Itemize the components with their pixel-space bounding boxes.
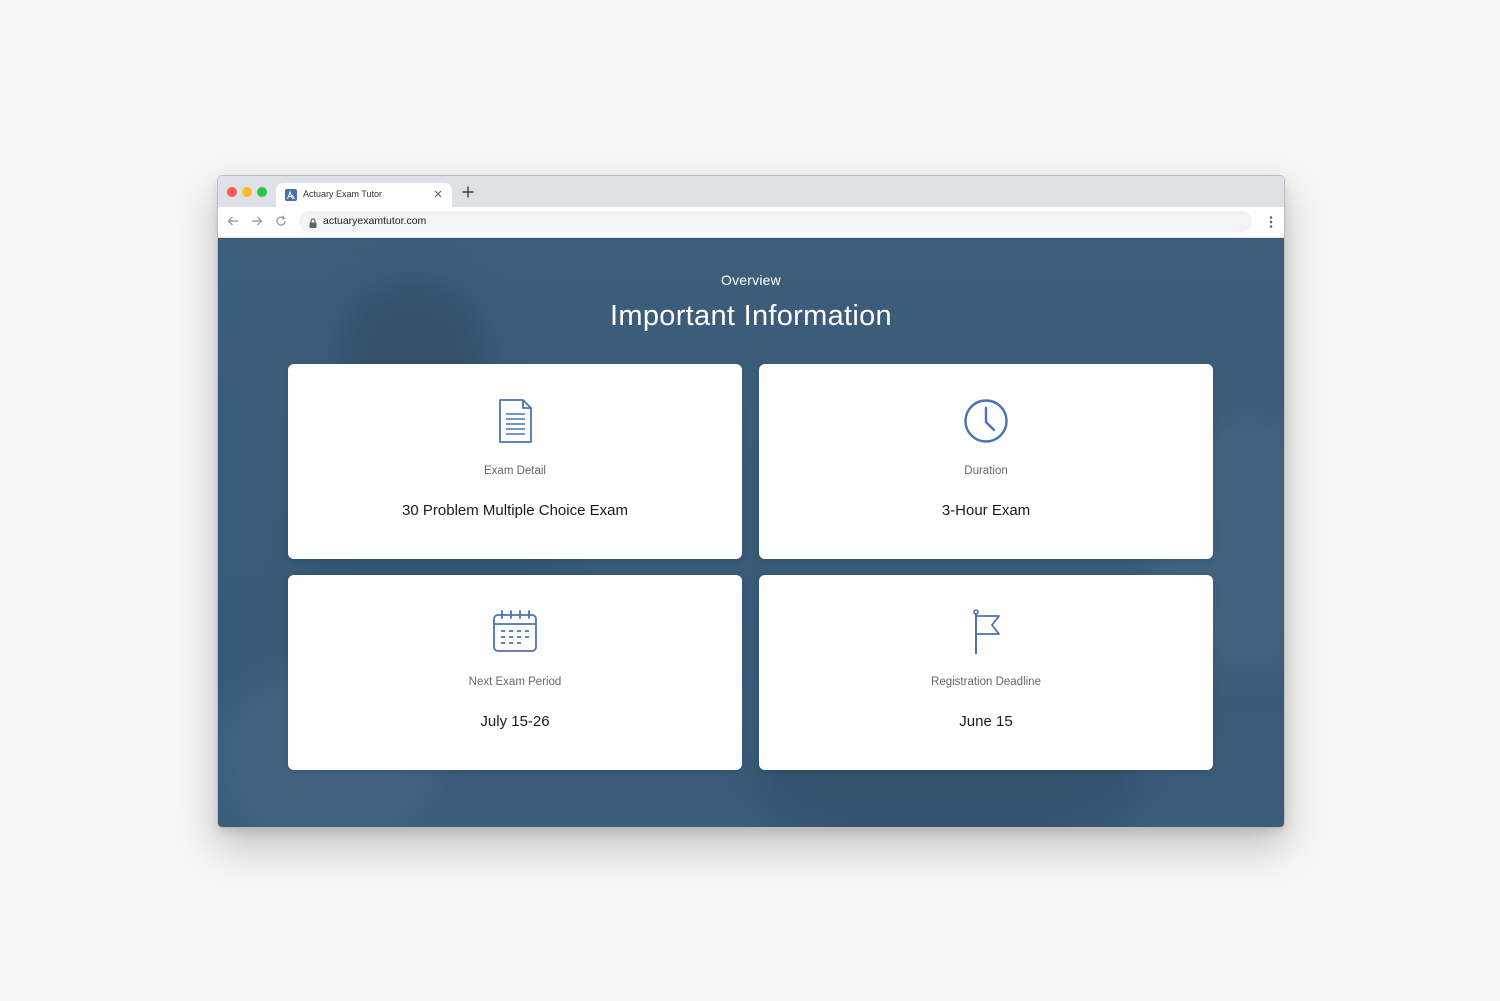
- card-label: Next Exam Period: [468, 676, 562, 688]
- browser-window: Actuary Exam Tutor actuaryexamtutor.com …: [217, 175, 1285, 828]
- more-options-icon[interactable]: [1269, 215, 1273, 229]
- browser-toolbar: actuaryexamtutor.com: [218, 207, 1284, 238]
- tab-title: Actuary Exam Tutor: [303, 189, 383, 199]
- calendar-icon: [491, 608, 539, 656]
- info-card-next-exam-period: Next Exam Period July 15-26: [288, 575, 742, 770]
- info-card-registration-deadline: Registration Deadline June 15: [759, 575, 1213, 770]
- tab-bar: Actuary Exam Tutor: [218, 176, 1284, 207]
- info-card-duration: Duration 3-Hour Exam: [759, 364, 1213, 559]
- back-arrow-icon[interactable]: [226, 214, 240, 228]
- close-window-button[interactable]: [227, 187, 237, 197]
- card-value: 3-Hour Exam: [941, 502, 1031, 519]
- site-favicon-icon: [285, 189, 297, 201]
- address-bar[interactable]: actuaryexamtutor.com: [299, 211, 1252, 232]
- card-value: 30 Problem Multiple Choice Exam: [402, 502, 628, 519]
- section-overline: Overview: [721, 272, 781, 288]
- url-text: actuaryexamtutor.com: [323, 215, 427, 227]
- browser-tab[interactable]: Actuary Exam Tutor: [276, 183, 452, 207]
- lock-icon: [308, 216, 318, 228]
- page-title: Important Information: [610, 300, 892, 332]
- card-value: July 15-26: [480, 713, 550, 730]
- minimize-window-button[interactable]: [242, 187, 252, 197]
- card-label: Exam Detail: [484, 465, 546, 477]
- card-value: June 15: [959, 713, 1013, 730]
- reload-icon[interactable]: [274, 214, 288, 228]
- info-card-exam-detail: Exam Detail 30 Problem Multiple Choice E…: [288, 364, 742, 559]
- forward-arrow-icon[interactable]: [250, 214, 264, 228]
- clock-icon: [962, 397, 1010, 445]
- maximize-window-button[interactable]: [257, 187, 267, 197]
- page-content: Overview Important Information Exam Deta…: [218, 238, 1284, 827]
- card-label: Registration Deadline: [931, 676, 1041, 688]
- card-label: Duration: [964, 465, 1008, 477]
- document-icon: [491, 397, 539, 445]
- close-icon[interactable]: [432, 187, 444, 199]
- new-tab-plus-icon[interactable]: [461, 185, 475, 199]
- flag-icon: [962, 608, 1010, 656]
